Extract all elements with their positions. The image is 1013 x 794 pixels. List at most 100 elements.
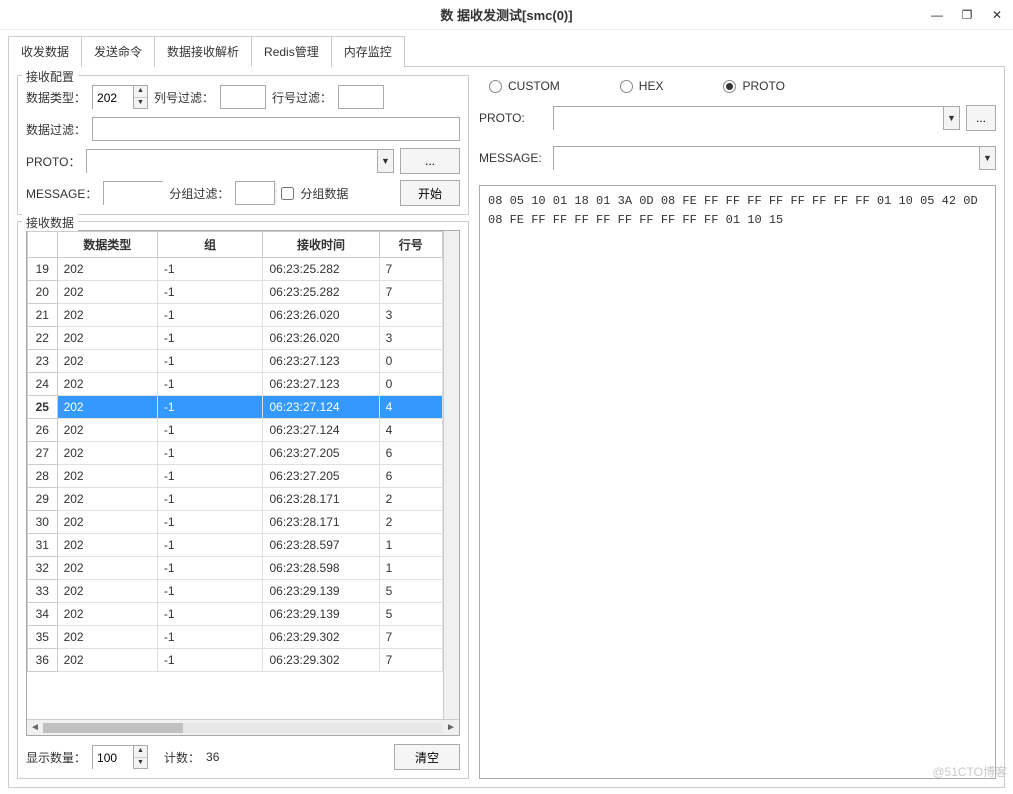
scroll-left-icon[interactable]: ◄ <box>27 722 43 733</box>
down-icon[interactable]: ▼ <box>134 758 147 769</box>
radio-label: HEX <box>639 79 664 93</box>
table-row[interactable]: 28202-106:23:27.2056 <box>28 465 443 488</box>
proto-combo-right[interactable]: ▼ <box>553 106 960 130</box>
proto-browse-right[interactable]: ... <box>966 105 996 131</box>
receive-config-group: 接收配置 数据类型： ▲▼ 列号过滤： 行号过滤： 数据过滤： <box>17 75 469 215</box>
cell-time: 06:23:28.598 <box>263 557 379 580</box>
table-row[interactable]: 24202-106:23:27.1230 <box>28 373 443 396</box>
table-row[interactable]: 29202-106:23:28.1712 <box>28 488 443 511</box>
radio-proto[interactable]: PROTO <box>723 79 784 93</box>
data-table-wrap: 数据类型 组 接收时间 行号 19202-106:23:25.282720202… <box>26 230 460 736</box>
table-row[interactable]: 31202-106:23:28.5971 <box>28 534 443 557</box>
receive-data-group: 接收数据 数据类型 组 接收时间 行号 <box>17 221 469 779</box>
message-combo[interactable]: ▼ <box>103 181 163 205</box>
table-row[interactable]: 34202-106:23:29.1395 <box>28 603 443 626</box>
row-filter-input[interactable] <box>338 85 384 109</box>
tab-1[interactable]: 发送命令 <box>81 36 155 67</box>
window-title: 数 据收发测试[smc(0)] <box>440 5 572 24</box>
proto-combo[interactable]: ▼ <box>86 149 394 173</box>
group-data-checkbox[interactable] <box>281 187 294 200</box>
radio-icon[interactable] <box>489 80 502 93</box>
up-icon[interactable]: ▲ <box>134 746 147 758</box>
table-row[interactable]: 27202-106:23:27.2056 <box>28 442 443 465</box>
cell-group: -1 <box>157 258 263 281</box>
radio-custom[interactable]: CUSTOM <box>489 79 560 93</box>
dropdown-icon[interactable]: ▼ <box>943 107 959 129</box>
dropdown-icon[interactable]: ▼ <box>377 150 393 172</box>
table-row[interactable]: 26202-106:23:27.1244 <box>28 419 443 442</box>
up-icon[interactable]: ▲ <box>134 86 147 98</box>
data-table[interactable]: 数据类型 组 接收时间 行号 19202-106:23:25.282720202… <box>27 231 443 672</box>
scroll-thumb[interactable] <box>43 723 183 733</box>
row-index: 23 <box>28 350 58 373</box>
cell-line: 7 <box>379 281 442 304</box>
cell-type: 202 <box>57 626 157 649</box>
display-count-spinner[interactable]: ▲▼ <box>92 745 148 769</box>
down-icon[interactable]: ▼ <box>134 98 147 109</box>
table-row[interactable]: 19202-106:23:25.2827 <box>28 258 443 281</box>
header-data-type[interactable]: 数据类型 <box>57 232 157 258</box>
proto-input-right[interactable] <box>554 107 943 131</box>
start-button[interactable]: 开始 <box>400 180 460 206</box>
tab-2[interactable]: 数据接收解析 <box>154 36 252 67</box>
group-title: 接收配置 <box>22 68 78 85</box>
data-type-input[interactable] <box>93 86 133 110</box>
row-index: 30 <box>28 511 58 534</box>
close-icon[interactable]: ✕ <box>987 8 1007 22</box>
row-index: 19 <box>28 258 58 281</box>
cell-line: 4 <box>379 396 442 419</box>
message-input-right[interactable] <box>554 147 979 171</box>
table-row[interactable]: 33202-106:23:29.1395 <box>28 580 443 603</box>
maximize-icon[interactable]: ❐ <box>957 8 977 22</box>
table-row[interactable]: 35202-106:23:29.3027 <box>28 626 443 649</box>
cell-type: 202 <box>57 557 157 580</box>
vertical-scrollbar[interactable] <box>443 231 459 719</box>
tab-3[interactable]: Redis管理 <box>251 36 332 67</box>
dropdown-icon[interactable]: ▼ <box>979 147 995 169</box>
cell-time: 06:23:27.205 <box>263 465 379 488</box>
display-count-input[interactable] <box>93 746 133 770</box>
data-filter-input[interactable] <box>92 117 460 141</box>
tab-0[interactable]: 收发数据 <box>8 36 82 67</box>
label-data-type: 数据类型： <box>26 89 86 106</box>
table-row[interactable]: 32202-106:23:28.5981 <box>28 557 443 580</box>
cell-line: 5 <box>379 580 442 603</box>
table-row[interactable]: 22202-106:23:26.0203 <box>28 327 443 350</box>
cell-type: 202 <box>57 327 157 350</box>
data-type-spinner[interactable]: ▲▼ <box>92 85 148 109</box>
table-row[interactable]: 23202-106:23:27.1230 <box>28 350 443 373</box>
header-time[interactable]: 接收时间 <box>263 232 379 258</box>
scroll-right-icon[interactable]: ► <box>443 722 459 733</box>
cell-type: 202 <box>57 442 157 465</box>
horizontal-scrollbar[interactable]: ◄ ► <box>27 719 459 735</box>
proto-input[interactable] <box>87 150 377 174</box>
radio-hex[interactable]: HEX <box>620 79 664 93</box>
radio-icon[interactable] <box>723 80 736 93</box>
table-row[interactable]: 21202-106:23:26.0203 <box>28 304 443 327</box>
tab-4[interactable]: 内存监控 <box>331 36 405 67</box>
count-value: 36 <box>206 750 219 764</box>
cell-line: 2 <box>379 511 442 534</box>
cell-type: 202 <box>57 649 157 672</box>
header-group[interactable]: 组 <box>157 232 263 258</box>
radio-icon[interactable] <box>620 80 633 93</box>
cell-time: 06:23:27.124 <box>263 396 379 419</box>
table-row[interactable]: 30202-106:23:28.1712 <box>28 511 443 534</box>
minimize-icon[interactable]: — <box>927 8 947 22</box>
clear-button[interactable]: 清空 <box>394 744 460 770</box>
col-filter-input[interactable] <box>220 85 266 109</box>
table-row[interactable]: 20202-106:23:25.2827 <box>28 281 443 304</box>
hex-dump-area[interactable]: 08 05 10 01 18 01 3A 0D 08 FE FF FF FF F… <box>479 185 996 779</box>
table-row[interactable]: 36202-106:23:29.3027 <box>28 649 443 672</box>
message-combo-right[interactable]: ▼ <box>553 146 996 170</box>
row-index: 34 <box>28 603 58 626</box>
cell-group: -1 <box>157 465 263 488</box>
cell-group: -1 <box>157 304 263 327</box>
header-line[interactable]: 行号 <box>379 232 442 258</box>
cell-time: 06:23:28.171 <box>263 488 379 511</box>
header-index <box>28 232 58 258</box>
group-filter-input[interactable] <box>235 181 275 205</box>
cell-type: 202 <box>57 603 157 626</box>
proto-browse-button[interactable]: ... <box>400 148 460 174</box>
table-row[interactable]: 25202-106:23:27.1244 <box>28 396 443 419</box>
